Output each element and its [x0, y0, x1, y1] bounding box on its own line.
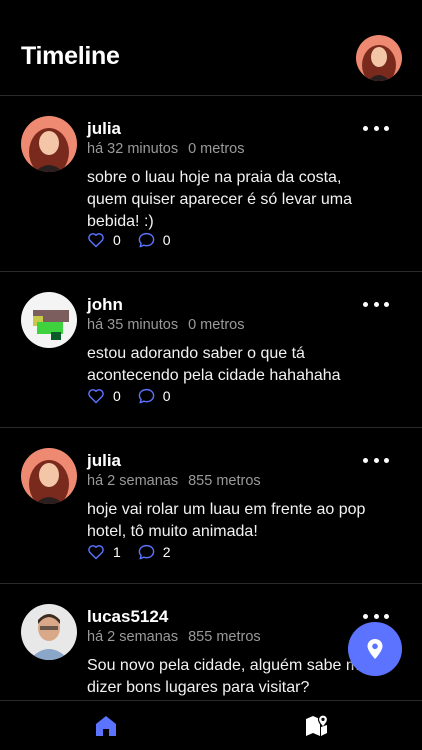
post-time: há 2 semanas: [87, 473, 179, 489]
avatar[interactable]: [21, 116, 77, 172]
comment-count: 0: [162, 388, 171, 404]
post-author[interactable]: john: [87, 295, 123, 315]
avatar[interactable]: [21, 604, 77, 660]
tab-map[interactable]: [304, 713, 330, 739]
post-distance: 855 metros: [188, 473, 261, 489]
post-meta: há 2 semanas 855 metros: [87, 629, 261, 645]
post-author[interactable]: julia: [87, 119, 121, 139]
comment-count: 2: [162, 544, 171, 560]
like-button[interactable]: [87, 232, 105, 248]
more-options-icon[interactable]: [363, 296, 389, 312]
post-text: hoje vai rolar um luau em frente ao pop …: [87, 501, 366, 540]
more-options-icon[interactable]: [363, 452, 389, 468]
comment-icon: [138, 544, 155, 560]
post-actions: 0 0: [87, 386, 188, 406]
john-avatar-image: [21, 292, 77, 348]
post-distance: 0 metros: [188, 141, 245, 157]
map-icon: [306, 714, 329, 736]
post-distance: 0 metros: [188, 317, 245, 333]
avatar[interactable]: [21, 292, 77, 348]
post-text: sobre o luau hoje na praia da costa, que…: [87, 169, 353, 230]
post-meta: há 32 minutos 0 metros: [87, 141, 245, 157]
avatar[interactable]: [21, 448, 77, 504]
heart-icon: [88, 233, 104, 248]
post-card: julia há 2 semanas 855 metros hoje vai ro…: [0, 428, 422, 584]
home-icon: [96, 716, 116, 736]
lucas-avatar-image: [21, 604, 77, 660]
like-button[interactable]: [87, 388, 105, 404]
location-button[interactable]: [348, 622, 402, 676]
comment-icon: [138, 388, 155, 404]
post-distance: 855 metros: [188, 629, 261, 645]
post-meta: há 2 semanas 855 metros: [87, 473, 261, 489]
more-options-icon[interactable]: [363, 120, 389, 136]
tab-home[interactable]: [93, 713, 119, 739]
header: Timeline: [0, 0, 422, 96]
page-title: Timeline: [21, 42, 120, 70]
post-actions: 0 0: [87, 230, 188, 250]
heart-icon: [88, 545, 104, 560]
post-text: Sou novo pela cidade, alguém sabe me diz…: [87, 657, 369, 696]
post-author[interactable]: lucas5124: [87, 607, 168, 627]
heart-icon: [88, 389, 104, 404]
comment-button[interactable]: [138, 544, 155, 560]
comment-button[interactable]: [138, 388, 155, 404]
like-button[interactable]: [87, 544, 105, 560]
profile-avatar[interactable]: [356, 35, 402, 81]
timeline-feed[interactable]: julia há 32 minutos 0 metros sobre o luau…: [0, 96, 422, 700]
post-actions: 1 2: [87, 542, 188, 562]
julia-avatar-image: [21, 448, 77, 504]
post-time: há 32 minutos: [87, 141, 179, 157]
comment-icon: [138, 232, 155, 248]
location-pin-icon: [367, 639, 383, 659]
like-count: 0: [113, 232, 121, 248]
like-count: 0: [113, 388, 121, 404]
user-avatar-icon: [356, 35, 402, 81]
post-time: há 2 semanas: [87, 629, 179, 645]
comment-button[interactable]: [138, 232, 155, 248]
post-time: há 35 minutos: [87, 317, 179, 333]
julia-avatar-image: [21, 116, 77, 172]
post-author[interactable]: julia: [87, 451, 121, 471]
post-meta: há 35 minutos 0 metros: [87, 317, 245, 333]
comment-count: 0: [162, 232, 171, 248]
post-card: john há 35 minutos 0 metros estou adorand…: [0, 272, 422, 428]
post-text: estou adorando saber o que tá acontecend…: [87, 345, 341, 384]
bottom-tab-bar: [0, 700, 422, 750]
like-count: 1: [113, 544, 121, 560]
post-card: julia há 32 minutos 0 metros sobre o luau…: [0, 96, 422, 272]
